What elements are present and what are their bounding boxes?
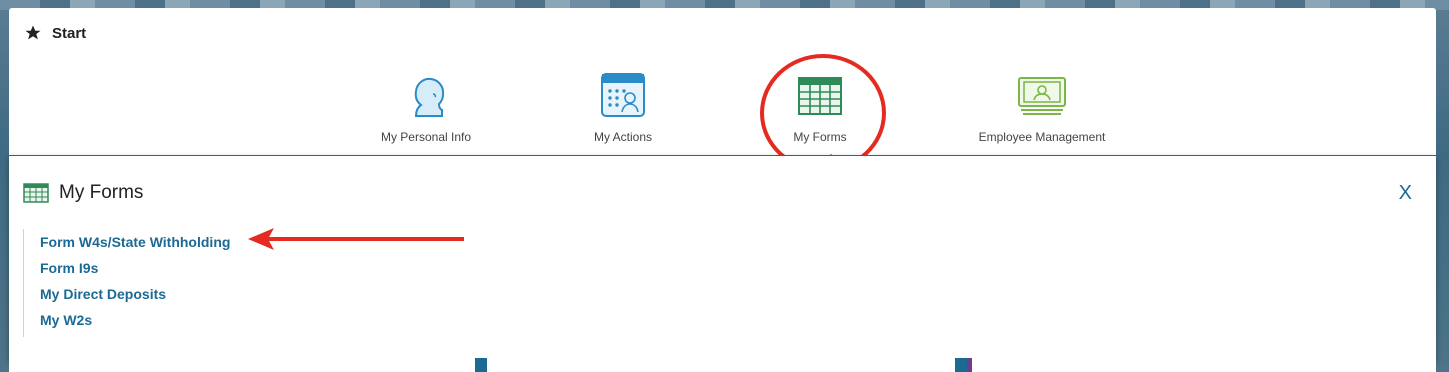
tile-label: My Personal Info [380, 130, 472, 144]
tile-my-actions[interactable]: My Actions [538, 72, 708, 144]
tile-employee-management[interactable]: Employee Management [957, 72, 1127, 144]
start-header: Start [24, 24, 86, 42]
calendar-person-icon [601, 73, 645, 117]
close-button[interactable]: X [1399, 182, 1412, 205]
start-title: Start [52, 24, 87, 42]
background-card [9, 358, 475, 372]
money-bill-icon [1018, 77, 1066, 115]
background-card [987, 358, 1436, 372]
background-card [967, 358, 987, 372]
background-divider [475, 358, 487, 372]
my-forms-panel: My Forms X Form W4s/State Withholding Fo… [9, 155, 1436, 359]
link-my-w2s[interactable]: My W2s [40, 307, 230, 333]
background-divider [955, 358, 967, 372]
spreadsheet-icon [798, 77, 842, 115]
panel-title: My Forms [59, 182, 144, 203]
spreadsheet-icon [23, 183, 49, 203]
tile-my-forms[interactable]: My Forms [735, 72, 905, 144]
start-panel: Start My Personal Info My Actions My For… [9, 8, 1436, 172]
tile-my-personal-info[interactable]: My Personal Info [341, 72, 511, 144]
tile-label: My Actions [593, 130, 653, 144]
annotation-arrow [248, 228, 464, 250]
person-head-icon [414, 77, 445, 117]
link-form-w4s[interactable]: Form W4s/State Withholding [40, 229, 230, 255]
link-my-direct-deposits[interactable]: My Direct Deposits [40, 281, 230, 307]
star-icon [25, 25, 41, 40]
background-card [487, 358, 955, 372]
tile-label: My Forms [793, 130, 847, 144]
tile-label: Employee Management [978, 130, 1106, 144]
forms-link-list: Form W4s/State Withholding Form I9s My D… [23, 229, 230, 337]
my-forms-header: My Forms [23, 182, 143, 204]
link-form-i9s[interactable]: Form I9s [40, 255, 230, 281]
